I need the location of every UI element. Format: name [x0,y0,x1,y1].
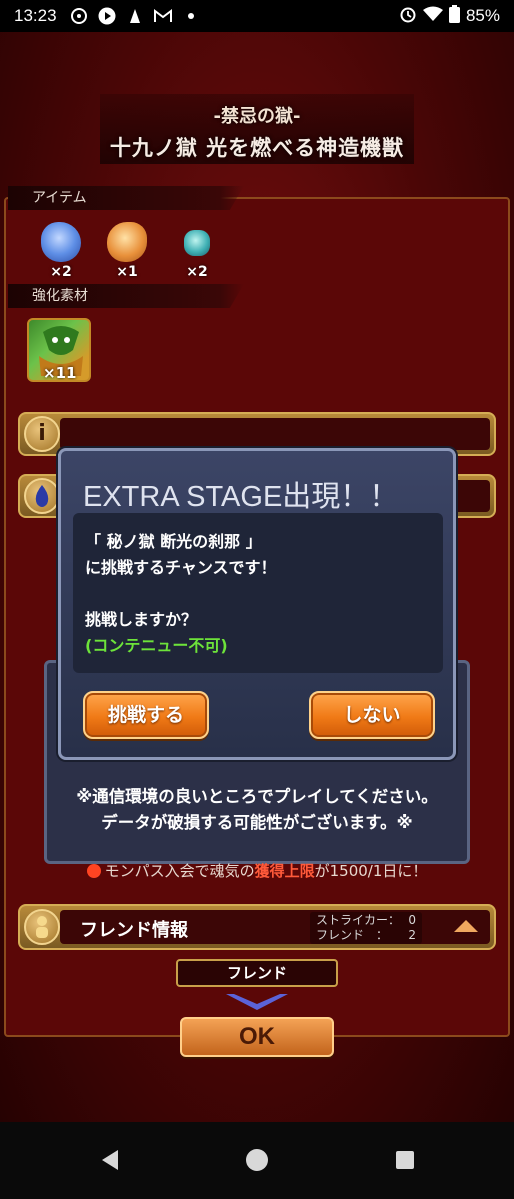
materials-section-label: 強化素材 [8,284,244,308]
notification-icon [69,6,89,26]
battery-icon [448,4,460,28]
friend-tab[interactable]: フレンド [176,959,338,987]
items-section-label: アイテム [8,186,244,210]
play-icon [97,6,117,26]
app-notification-icon [125,6,145,26]
game-screen: -禁忌の獄- 十九ノ獄 光を燃べる神造機獣 アイテム ×2 ×1 ×2 強化素材… [0,32,514,1122]
accept-challenge-button[interactable]: 挑戦する [83,691,209,739]
status-time: 13:23 [14,6,57,25]
friend-info-label: フレンド情報 [80,920,188,941]
home-icon[interactable] [245,1148,269,1172]
material-card: ×11 [27,318,91,382]
friend-counts: ストライカー： 0 フレンド ： 2 [310,912,422,944]
wifi-icon [422,6,443,27]
stage-category: -禁忌の獄- [213,106,301,127]
collapse-icon[interactable] [454,920,478,932]
info-icon: i [24,416,60,452]
monpass-icon [86,864,101,878]
friend-icon [24,909,60,945]
extra-stage-dialog: EXTRA STAGE出現！！ 「 秘ノ獄 断光の刹那 」 に挑戦するチャンスで… [58,448,456,760]
chevron-down-icon [226,994,288,1010]
item-reward: ×1 [102,222,152,282]
flame-icon [24,478,60,514]
status-bar: 13:23 85% [0,0,514,32]
more-dot-icon [181,6,201,26]
ok-button[interactable]: OK [180,1017,334,1057]
dialog-message: 「 秘ノ獄 断光の刹那 」 に挑戦するチャンスです！ 挑戦しますか？ (コンテニ… [73,513,443,673]
item-reward: ×2 [172,222,222,282]
dialog-title: EXTRA STAGE出現！！ [83,481,399,513]
item-reward: ×2 [36,222,86,282]
caution-text: ※通信環境の良いところでプレイしてください。 データが破損する可能性がございます… [76,787,438,832]
orange-crystal-icon [107,222,147,262]
recents-icon[interactable] [393,1148,417,1172]
stage-title: 十九ノ獄 光を燃べる神造機獣 [109,136,405,160]
status-right: 85% [399,4,500,28]
blue-crystal-icon [41,222,81,262]
gmail-icon [153,6,173,26]
system-nav-bar [0,1122,514,1199]
back-icon[interactable] [98,1148,122,1172]
alarm-icon [399,5,417,28]
no-continue-note: (コンテニュー不可) [85,636,228,655]
decline-button[interactable]: しない [309,691,435,739]
friend-info-bar[interactable]: フレンド情報 ストライカー： 0 フレンド ： 2 [18,904,496,950]
teal-gem-icon [184,230,210,256]
battery-percent: 85% [465,6,500,25]
monpass-notice: モンパス入会で魂気の獲得上限が1500/1日に！ [0,860,514,881]
